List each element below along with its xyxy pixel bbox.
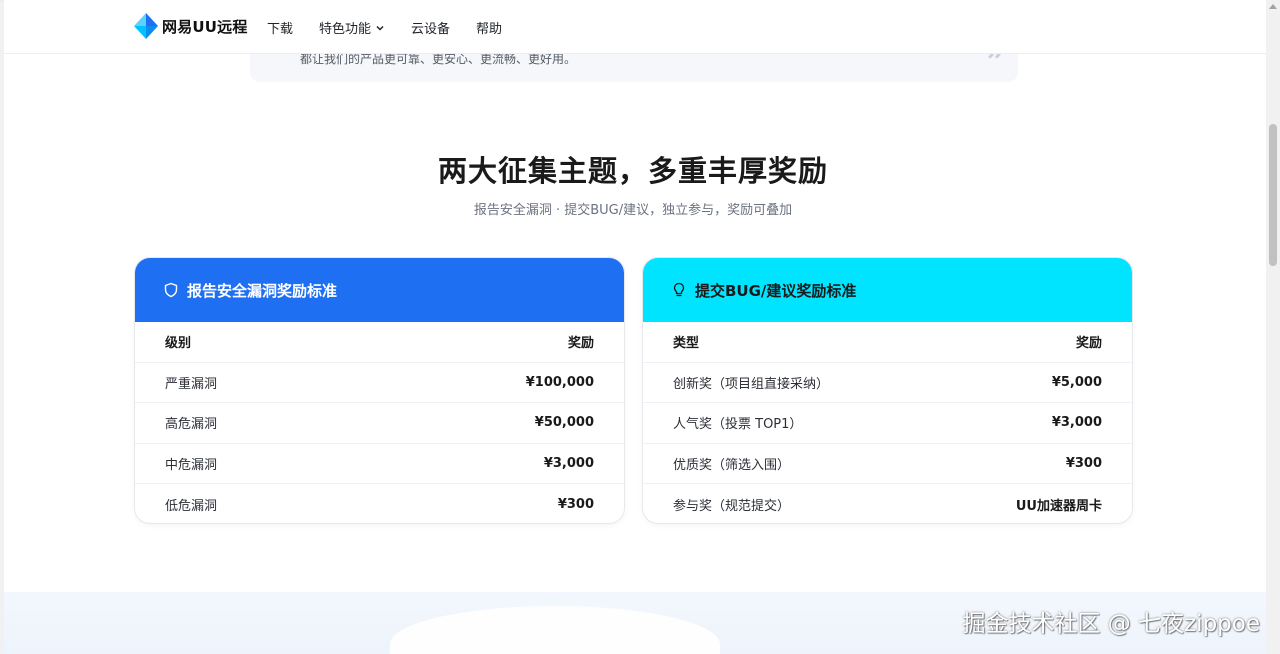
bug-suggestion-reward-card: 提交BUG/建议奖励标准 类型 奖励 创新奖（项目组直接采纳） ¥5,000 人… <box>642 257 1133 524</box>
type-cell: 优质奖（筛选入围） <box>673 457 791 473</box>
type-cell: 人气奖（投票 TOP1） <box>673 417 803 433</box>
level-cell: 高危漏洞 <box>165 417 218 433</box>
nav-cloud-device-label: 云设备 <box>411 22 451 37</box>
reward-cell: ¥5,000 <box>1051 374 1102 390</box>
level-cell: 低危漏洞 <box>165 498 218 514</box>
reward-cell: ¥100,000 <box>525 374 594 390</box>
scrollbar-thumb[interactable] <box>1269 124 1277 266</box>
table-row: 创新奖（项目组直接采纳） ¥5,000 <box>643 363 1132 403</box>
table-header-row: 级别 奖励 <box>135 322 624 363</box>
table-header-row: 类型 奖励 <box>643 322 1132 363</box>
section-title: 两大征集主题，多重丰厚奖励 <box>437 154 828 188</box>
nav-features-label: 特色功能 <box>319 22 372 37</box>
security-card-header: 报告安全漏洞奖励标准 <box>135 258 624 322</box>
brand-logo[interactable]: 网易UU远程 <box>134 13 248 39</box>
chevron-down-icon <box>376 25 384 31</box>
nav-download-label: 下载 <box>267 22 294 37</box>
column-header-type: 类型 <box>673 336 700 352</box>
brand-name: 网易UU远程 <box>162 17 248 36</box>
top-navigation-bar: 网易UU远程 下载 特色功能 云设备 帮助 <box>4 0 1266 54</box>
lightbulb-icon <box>673 282 685 297</box>
type-cell: 参与奖（规范提交） <box>673 498 791 514</box>
type-cell: 创新奖（项目组直接采纳） <box>673 376 830 392</box>
table-row: 高危漏洞 ¥50,000 <box>135 403 624 444</box>
watermark-text: 掘金技术社区 @ 七夜zippoe <box>962 611 1260 637</box>
security-card-title: 报告安全漏洞奖励标准 <box>187 281 338 300</box>
nav-features[interactable]: 特色功能 <box>319 18 385 37</box>
table-row: 参与奖（规范提交） UU加速器周卡 <box>643 484 1132 523</box>
bug-card-header: 提交BUG/建议奖励标准 <box>643 258 1132 322</box>
main-nav: 下载 特色功能 云设备 帮助 <box>267 18 502 37</box>
table-row: 低危漏洞 ¥300 <box>135 484 624 523</box>
vertical-scrollbar[interactable] <box>1266 0 1280 654</box>
nav-help-label: 帮助 <box>476 22 503 37</box>
level-cell: 严重漏洞 <box>165 376 218 392</box>
column-header-reward: 奖励 <box>567 336 594 352</box>
scroll-up-arrow-icon[interactable] <box>1269 4 1277 9</box>
column-header-reward: 奖励 <box>1075 336 1102 352</box>
reward-cell: UU加速器周卡 <box>1015 498 1102 514</box>
bug-card-title: 提交BUG/建议奖励标准 <box>695 281 857 300</box>
shield-icon <box>164 282 178 298</box>
reward-cell: ¥300 <box>557 496 594 512</box>
column-header-level: 级别 <box>165 336 192 352</box>
reward-cell: ¥300 <box>1065 455 1102 471</box>
reward-cell: ¥3,000 <box>1051 415 1102 431</box>
nav-download[interactable]: 下载 <box>267 18 293 37</box>
section-subtitle: 报告安全漏洞 · 提交BUG/建议，独立参与，奖励可叠加 <box>473 203 793 218</box>
security-reward-card: 报告安全漏洞奖励标准 级别 奖励 严重漏洞 ¥100,000 高危漏洞 ¥50,… <box>134 257 625 524</box>
table-row: 严重漏洞 ¥100,000 <box>135 363 624 403</box>
nav-cloud-device[interactable]: 云设备 <box>411 18 450 37</box>
level-cell: 中危漏洞 <box>165 457 218 473</box>
table-row: 人气奖（投票 TOP1） ¥3,000 <box>643 403 1132 444</box>
table-row: 中危漏洞 ¥3,000 <box>135 444 624 484</box>
table-row: 优质奖（筛选入围） ¥300 <box>643 444 1132 484</box>
reward-cell: ¥3,000 <box>543 455 594 471</box>
reward-cell: ¥50,000 <box>534 415 594 431</box>
nav-help[interactable]: 帮助 <box>476 18 502 37</box>
uu-logo-icon <box>134 13 158 39</box>
